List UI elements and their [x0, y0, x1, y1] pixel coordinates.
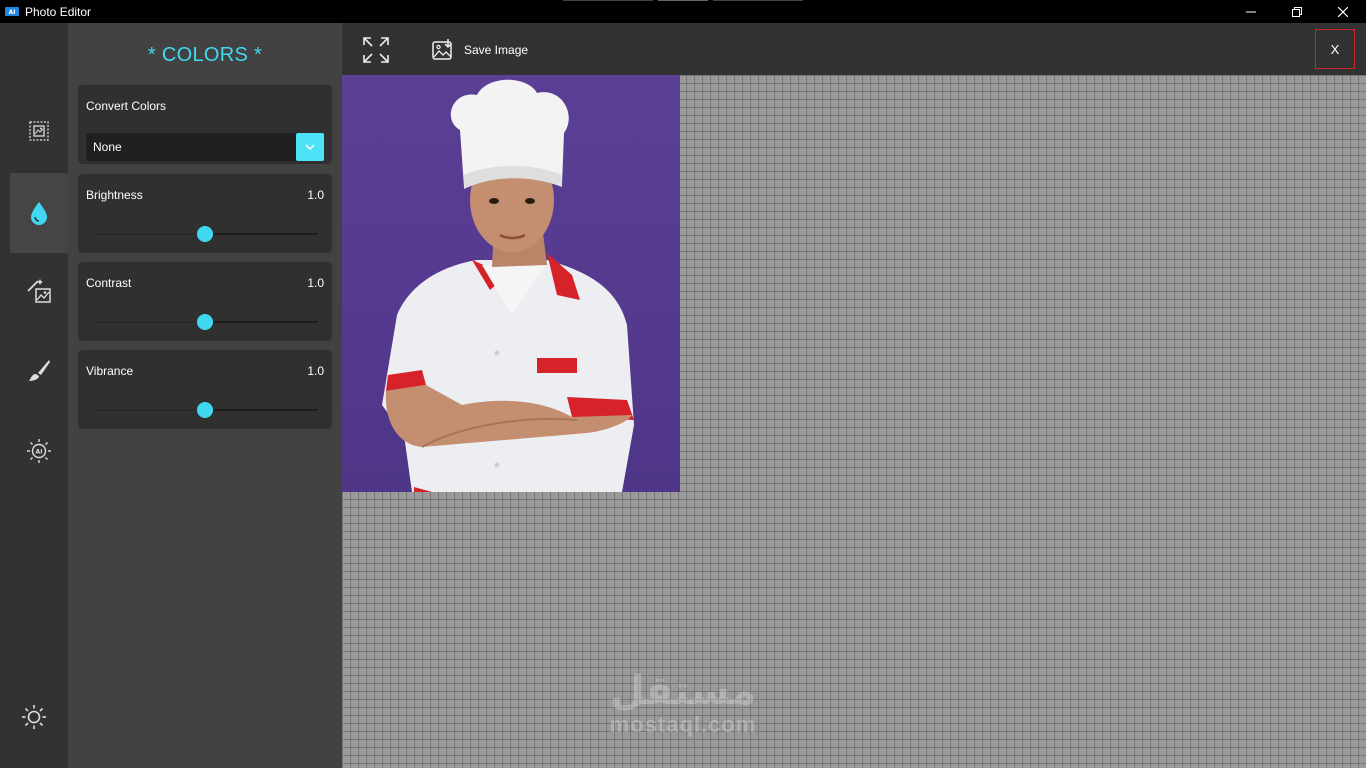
- chef-woman-photo: [382, 79, 634, 492]
- slider-thumb[interactable]: [197, 226, 213, 242]
- slider-fill: [92, 321, 205, 323]
- vibrance-label: Vibrance: [86, 364, 134, 378]
- save-image-icon: [432, 39, 452, 60]
- minimize-button[interactable]: [1228, 0, 1274, 23]
- vibrance-value: 1.0: [307, 364, 324, 378]
- sidebar-item-colors[interactable]: [10, 173, 68, 253]
- fullscreen-button[interactable]: [362, 36, 390, 64]
- svg-text:AI: AI: [9, 9, 16, 16]
- minimize-icon: [1246, 11, 1256, 12]
- restore-button[interactable]: [1274, 0, 1320, 23]
- brightness-card: Brightness 1.0: [78, 174, 332, 253]
- save-image-label: Save Image: [464, 43, 529, 57]
- magic-wand-image-icon: [27, 279, 51, 303]
- title-drag-handle: [563, 0, 803, 2]
- sidebar-item-effects[interactable]: [10, 251, 68, 331]
- water-drop-icon: [31, 202, 47, 225]
- window-title: Photo Editor: [25, 4, 92, 19]
- title-bar: AI Photo Editor: [0, 0, 1366, 23]
- close-editor-button[interactable]: X: [1315, 29, 1355, 69]
- tool-sidebar: AI: [0, 23, 68, 768]
- sun-icon: [22, 705, 46, 729]
- top-toolbar: Save Image X: [342, 23, 1366, 75]
- ai-bulb-icon: AI: [27, 439, 51, 463]
- contrast-value: 1.0: [307, 276, 324, 290]
- convert-colors-card: Convert Colors None: [78, 85, 332, 164]
- contrast-label: Contrast: [86, 276, 132, 290]
- crop-frame-icon: [29, 121, 49, 141]
- sidebar-item-crop[interactable]: [10, 91, 68, 171]
- dropdown-arrow-button[interactable]: [296, 133, 324, 161]
- slider-fill: [92, 409, 205, 411]
- app-logo-icon: AI: [5, 7, 19, 16]
- sidebar-item-ai-enhance[interactable]: AI: [10, 411, 68, 491]
- expand-icon: [363, 37, 389, 63]
- close-icon: [1338, 6, 1348, 17]
- svg-text:AI: AI: [36, 449, 43, 456]
- vibrance-card: Vibrance 1.0: [78, 350, 332, 429]
- save-image-button[interactable]: Save Image: [431, 37, 528, 63]
- slider-fill: [92, 233, 205, 235]
- brightness-value: 1.0: [307, 188, 324, 202]
- brightness-label: Brightness: [86, 188, 143, 202]
- image-canvas[interactable]: [342, 75, 1366, 768]
- theme-toggle-button[interactable]: [0, 677, 68, 757]
- contrast-card: Contrast 1.0: [78, 262, 332, 341]
- slider-thumb[interactable]: [197, 402, 213, 418]
- convert-colors-value: None: [93, 140, 122, 154]
- slider-thumb[interactable]: [197, 314, 213, 330]
- convert-colors-select[interactable]: None: [86, 133, 324, 161]
- panel-title: * COLORS *: [147, 44, 263, 66]
- sidebar-item-draw[interactable]: [10, 331, 68, 411]
- vibrance-slider[interactable]: [92, 400, 318, 420]
- restore-icon: [1292, 6, 1302, 17]
- chevron-down-icon: [305, 144, 315, 150]
- window-controls: [1228, 0, 1366, 23]
- convert-colors-label: Convert Colors: [86, 99, 167, 113]
- edited-photo: [342, 75, 680, 492]
- watermark-latin: mostaql.com: [609, 712, 757, 737]
- contrast-slider[interactable]: [92, 312, 318, 332]
- brush-icon: [29, 360, 50, 381]
- colors-panel: * COLORS * Convert Colors None Brightnes…: [68, 23, 342, 768]
- window-close-button[interactable]: [1320, 0, 1366, 23]
- brightness-slider[interactable]: [92, 224, 318, 244]
- watermark-arabic: مستقل: [609, 669, 757, 713]
- watermark: مستقل mostaql.com: [598, 668, 768, 736]
